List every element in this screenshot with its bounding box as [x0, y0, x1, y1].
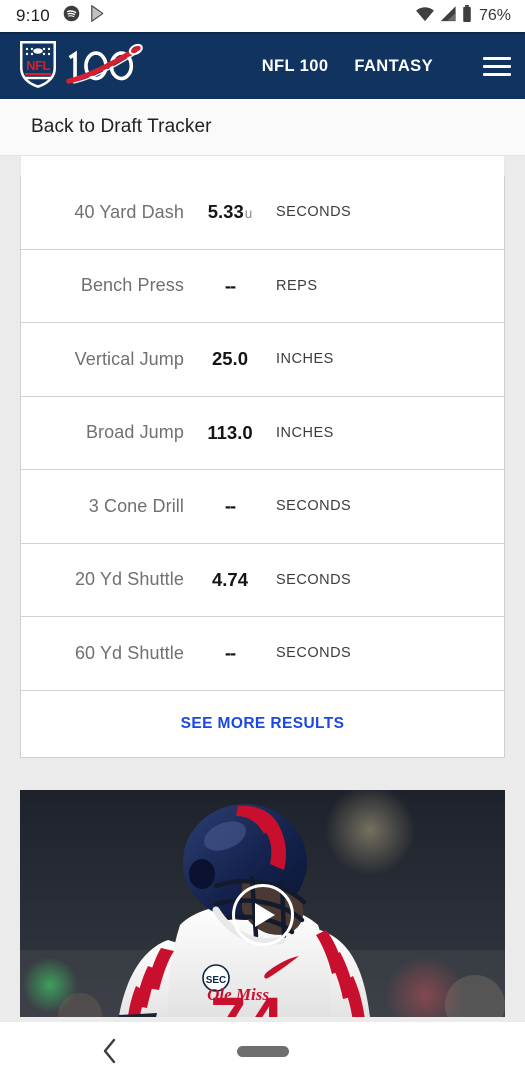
nfl-shield-logo[interactable]: NFL — [16, 38, 60, 95]
battery-percent-label: 76% — [478, 7, 511, 24]
stat-label: Vertical Jump — [74, 348, 184, 369]
nav-link-fantasy[interactable]: FANTASY — [354, 57, 433, 76]
svg-text:NFL: NFL — [26, 58, 50, 73]
table-row: Broad Jump 113.0 INCHES — [21, 397, 504, 470]
hamburger-menu-icon[interactable] — [483, 57, 511, 76]
combine-card-clipped-row — [20, 156, 505, 176]
stat-unit: INCHES — [276, 351, 334, 368]
status-clock: 9:10 — [16, 6, 50, 25]
stat-unit: SECONDS — [276, 204, 352, 221]
stat-value: 5.33u — [207, 201, 253, 223]
stat-unit: REPS — [276, 277, 318, 294]
see-more-results-link[interactable]: SEE MORE RESULTS — [181, 715, 345, 733]
stat-value: 25.0 — [211, 348, 248, 370]
table-row: 40 Yard Dash 5.33u SECONDS — [21, 176, 504, 250]
header-nav: NFL 100 FANTASY — [262, 57, 511, 76]
android-nav-bar — [0, 1022, 525, 1080]
status-system-icons: 76% — [415, 5, 511, 27]
table-row: 20 Yd Shuttle 4.74 SECONDS — [21, 544, 504, 617]
header-logo-group[interactable]: NFL — [16, 38, 144, 95]
phone-screen: 9:10 76% NFL NFL 100 FANTASY Back to Dra… — [0, 0, 525, 1080]
play-triangle — [255, 902, 275, 927]
spotify-icon — [63, 5, 80, 27]
stat-label: 20 Yd Shuttle — [74, 569, 184, 590]
back-chevron-icon[interactable] — [102, 1038, 118, 1064]
see-more-results-row[interactable]: SEE MORE RESULTS — [21, 691, 504, 757]
table-row: Vertical Jump 25.0 INCHES — [21, 323, 504, 397]
stat-unit: SECONDS — [276, 645, 352, 662]
stat-unit: SECONDS — [276, 498, 352, 515]
stat-value: -- — [224, 642, 236, 664]
stat-value: 113.0 — [207, 421, 253, 443]
play-button-icon[interactable] — [231, 883, 294, 946]
play-store-icon — [90, 5, 106, 27]
nfl-100-logo[interactable] — [66, 41, 144, 92]
stat-label: Bench Press — [80, 275, 184, 296]
stat-unit: INCHES — [276, 424, 334, 441]
home-indicator-pill[interactable] — [236, 1045, 289, 1057]
player-highlight-video[interactable]: SEC Ole Miss 74 — [20, 789, 505, 1018]
cell-signal-icon — [440, 5, 457, 27]
back-to-draft-tracker-label: Back to Draft Tracker — [31, 116, 212, 137]
status-notification-icons — [63, 5, 106, 27]
site-header: NFL NFL 100 FANTASY — [0, 32, 525, 99]
svg-text:74: 74 — [210, 984, 285, 1018]
stat-value-suffix: u — [244, 206, 253, 222]
table-row: 60 Yd Shuttle -- SECONDS — [21, 617, 504, 691]
status-bar: 9:10 76% — [0, 0, 525, 32]
back-to-draft-tracker-bar[interactable]: Back to Draft Tracker — [0, 99, 525, 156]
stat-label: 40 Yard Dash — [74, 201, 184, 222]
stat-label: 3 Cone Drill — [88, 495, 184, 516]
nav-link-nfl-100[interactable]: NFL 100 — [262, 57, 329, 76]
stat-value: -- — [224, 274, 236, 296]
table-row: 3 Cone Drill -- SECONDS — [21, 470, 504, 544]
stat-label: 60 Yd Shuttle — [74, 642, 184, 663]
stat-value: 4.74 — [211, 568, 248, 590]
combine-results-card: 40 Yard Dash 5.33u SECONDS Bench Press -… — [20, 176, 505, 758]
page-content: 40 Yard Dash 5.33u SECONDS Bench Press -… — [0, 156, 525, 1017]
stat-value: -- — [224, 495, 236, 517]
battery-icon — [462, 5, 472, 27]
table-row: Bench Press -- REPS — [21, 250, 504, 323]
wifi-icon — [415, 6, 435, 27]
stat-unit: SECONDS — [276, 571, 352, 588]
stat-label: Broad Jump — [85, 422, 184, 443]
